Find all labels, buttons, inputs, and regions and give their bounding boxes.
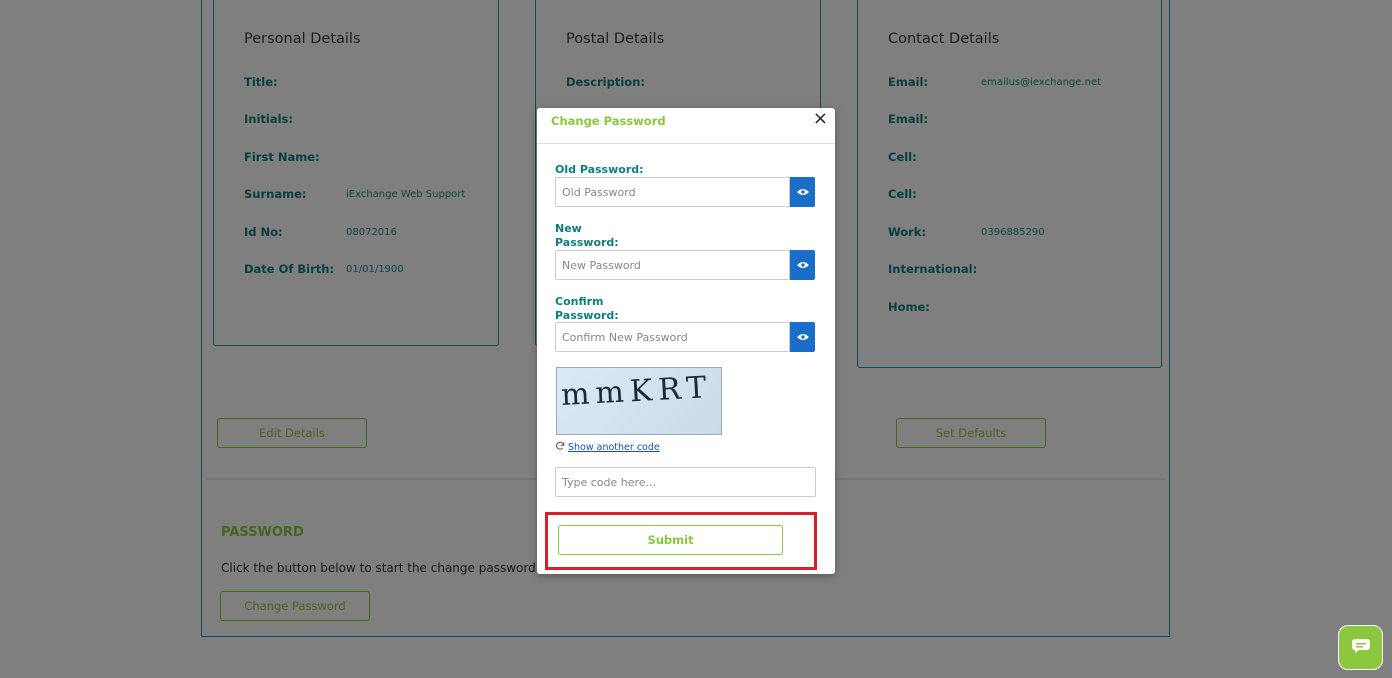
confirm-password-label-2: Password: <box>555 309 619 322</box>
refresh-icon <box>555 441 565 454</box>
close-icon[interactable]: × <box>813 110 828 128</box>
submit-highlight: Submit <box>545 512 817 570</box>
captcha-code-input[interactable] <box>555 467 816 497</box>
new-password-label-1: New <box>555 222 582 235</box>
chat-icon <box>1351 638 1371 658</box>
new-password-label-2: Password: <box>555 236 619 249</box>
old-password-label: Old Password: <box>555 163 644 176</box>
show-another-code-link[interactable]: Show another code <box>555 441 660 454</box>
eye-icon[interactable] <box>790 322 815 352</box>
submit-button[interactable]: Submit <box>558 525 783 555</box>
change-password-modal: Change Password × Old Password: New Pass… <box>537 108 835 574</box>
confirm-password-label-1: Confirm <box>555 295 604 308</box>
eye-icon[interactable] <box>790 177 815 207</box>
old-password-input[interactable] <box>555 177 790 207</box>
confirm-password-input[interactable] <box>555 322 790 352</box>
captcha-image: mmKRT <box>556 367 722 435</box>
chat-button[interactable] <box>1338 625 1383 670</box>
show-another-code-text: Show another code <box>568 442 660 453</box>
eye-icon[interactable] <box>790 250 815 280</box>
modal-header: Change Password × <box>537 108 835 144</box>
captcha-text: mmKRT <box>560 370 714 413</box>
new-password-input[interactable] <box>555 250 790 280</box>
modal-title: Change Password <box>551 114 666 128</box>
